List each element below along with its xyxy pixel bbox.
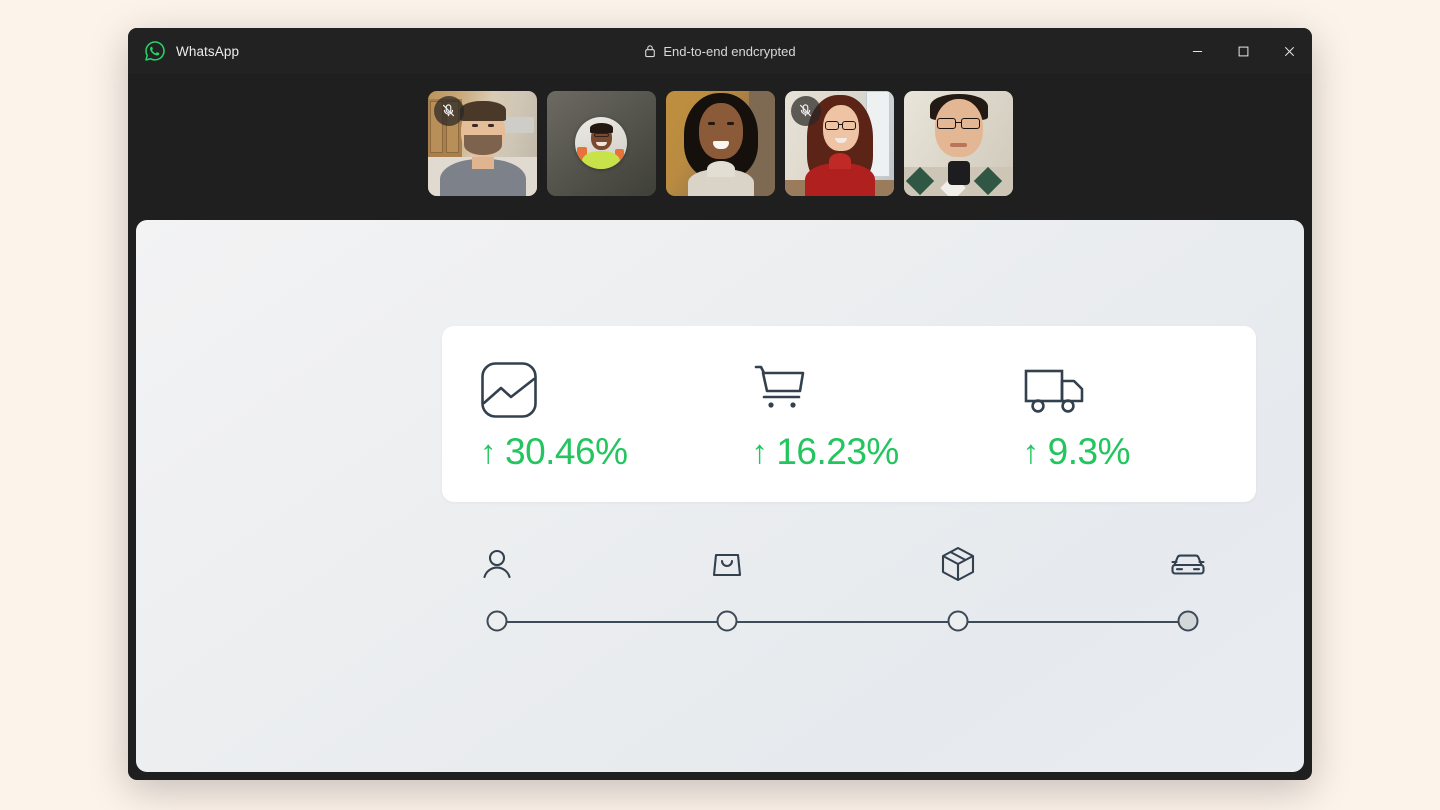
app-brand: WhatsApp: [128, 40, 239, 62]
arrow-up-icon: ↑: [751, 432, 768, 470]
chart-image-icon: [480, 359, 713, 421]
arrow-up-icon: ↑: [480, 432, 497, 470]
title-bar: WhatsApp End-to-end endcrypted: [128, 28, 1312, 74]
avatar: [575, 117, 627, 169]
metric-percent: 16.23%: [776, 430, 899, 472]
participant-tile[interactable]: [546, 90, 656, 196]
shopping-bag-icon: [707, 542, 747, 586]
metric-item: ↑ 30.46%: [442, 359, 713, 470]
participant-tile[interactable]: [784, 90, 894, 196]
encryption-indicator: End-to-end endcrypted: [128, 28, 1312, 74]
metric-value: ↑ 9.3%: [1023, 433, 1256, 470]
whatsapp-call-window: WhatsApp End-to-end endcrypted ↑ 30.46% …: [128, 28, 1312, 780]
order-progress-stepper: [481, 542, 1205, 634]
participant-video: [903, 90, 1013, 196]
lock-icon: [644, 44, 656, 58]
stepper-node[interactable]: [1177, 610, 1199, 632]
package-box-icon: [938, 542, 978, 586]
close-button[interactable]: [1266, 28, 1312, 74]
delivery-truck-icon: [1023, 359, 1256, 421]
maximize-button[interactable]: [1220, 28, 1266, 74]
participant-tile[interactable]: [665, 90, 775, 196]
metric-value: ↑ 16.23%: [751, 433, 984, 470]
metric-item: ↑ 16.23%: [713, 359, 984, 470]
participant-avatar-placeholder: [546, 90, 656, 196]
whatsapp-logo-icon: [144, 40, 166, 62]
metric-percent: 30.46%: [505, 430, 628, 472]
stepper-node[interactable]: [947, 610, 969, 632]
step-icon-row: [481, 542, 1205, 594]
window-controls: [1174, 28, 1312, 74]
shopping-cart-icon: [751, 359, 984, 421]
shared-screen-content: ↑ 30.46% ↑ 16.23% ↑ 9.3%: [136, 220, 1304, 772]
stepper-node[interactable]: [486, 610, 508, 632]
participant-tile[interactable]: [903, 90, 1013, 196]
participant-tile[interactable]: [427, 90, 537, 196]
mic-off-icon: [433, 95, 464, 126]
metrics-card: ↑ 30.46% ↑ 16.23% ↑ 9.3%: [442, 326, 1256, 502]
metric-value: ↑ 30.46%: [480, 433, 713, 470]
mic-off-icon: [790, 95, 821, 126]
arrow-up-icon: ↑: [1022, 432, 1040, 470]
person-icon: [477, 542, 517, 586]
encryption-label: End-to-end endcrypted: [663, 43, 796, 59]
stepper-node[interactable]: [716, 610, 738, 632]
minimize-button[interactable]: [1174, 28, 1220, 74]
participant-video: [665, 90, 775, 196]
participant-strip: [128, 74, 1312, 212]
app-name-label: WhatsApp: [176, 43, 240, 59]
metric-percent: 9.3%: [1047, 430, 1131, 472]
car-icon: [1168, 542, 1208, 586]
metric-item: ↑ 9.3%: [985, 359, 1256, 470]
stepper-track: [497, 621, 1188, 623]
